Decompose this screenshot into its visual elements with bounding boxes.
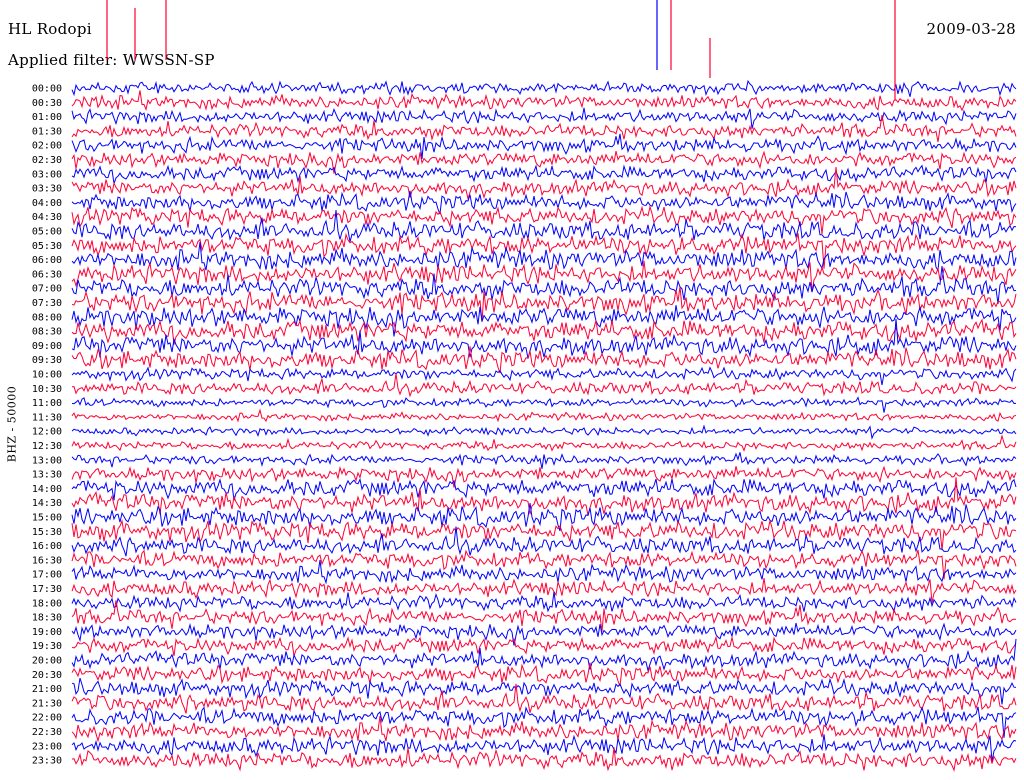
helicorder-plot: 00:00 00:30 01:00 01:30 02:00 02:30 03:00 03:30…: [32, 0, 1017, 772]
trace-line: [71, 79, 1017, 97]
trace-line: [71, 115, 1017, 143]
trace-line: [71, 477, 1017, 501]
tick-label: 02:00: [32, 141, 62, 152]
tick-label: 19:00: [32, 627, 62, 638]
tick-label: 00:30: [32, 98, 62, 109]
tick-label: 16:30: [32, 555, 62, 566]
trace-line: [71, 241, 1017, 272]
tick-label: 04:30: [32, 212, 62, 223]
trace-line: [71, 662, 1017, 687]
tick-label: 02:30: [32, 155, 62, 166]
tick-label: 21:30: [32, 698, 62, 709]
tick-label: 21:00: [32, 684, 62, 695]
tick-label: 06:00: [32, 255, 62, 266]
trace-line: [71, 150, 1017, 174]
tick-label: 18:00: [32, 598, 62, 609]
tick-label: 04:00: [32, 198, 62, 209]
trace-line: [71, 305, 1017, 337]
trace-line: [71, 600, 1017, 632]
trace-line: [71, 133, 1017, 159]
time-tick-labels: 00:00 00:30 01:00 01:30 02:00 02:30 03:00 03:30…: [32, 84, 62, 767]
tick-label: 11:30: [32, 412, 62, 423]
trace-line: [71, 434, 1017, 452]
trace-line: [71, 190, 1017, 215]
tick-label: 13:30: [32, 470, 62, 481]
tick-label: 16:00: [32, 541, 62, 552]
tick-label: 15:30: [32, 527, 62, 538]
tick-label: 17:30: [32, 584, 62, 595]
trace-line: [71, 318, 1017, 359]
tick-label: 14:00: [32, 484, 62, 495]
tick-label: 12:00: [32, 427, 62, 438]
trace-line: [71, 465, 1017, 488]
trace-line: [71, 164, 1017, 184]
trace-line: [71, 526, 1017, 557]
trace-line: [71, 591, 1017, 613]
tick-label: 15:00: [32, 513, 62, 524]
trace-line: [71, 519, 1017, 551]
trace-line: [71, 204, 1017, 235]
tick-label: 00:00: [32, 84, 62, 95]
trace-line: [71, 107, 1017, 129]
tick-label: 11:00: [32, 398, 62, 409]
trace-layer: [71, 0, 1017, 772]
tick-label: 03:00: [32, 169, 62, 180]
tick-label: 18:30: [32, 613, 62, 624]
tick-label: 19:30: [32, 641, 62, 652]
tick-label: 23:30: [32, 756, 62, 767]
trace-line: [71, 265, 1017, 304]
tick-label: 06:30: [32, 269, 62, 280]
tick-label: 03:30: [32, 184, 62, 195]
tick-label: 08:30: [32, 327, 62, 338]
tick-label: 09:30: [32, 355, 62, 366]
tick-label: 20:30: [32, 670, 62, 681]
trace-line: [71, 408, 1017, 423]
trace-line: [71, 366, 1017, 386]
tick-label: 23:00: [32, 741, 62, 752]
trace-line: [71, 424, 1017, 440]
tick-label: 17:00: [32, 570, 62, 581]
tick-label: 07:30: [32, 298, 62, 309]
trace-line: [71, 396, 1017, 413]
tick-label: 01:30: [32, 126, 62, 137]
tick-label: 20:00: [32, 656, 62, 667]
tick-label: 05:00: [32, 227, 62, 238]
tick-label: 05:30: [32, 241, 62, 252]
trace-line: [71, 90, 1017, 112]
tick-label: 01:00: [32, 112, 62, 123]
tick-label: 07:00: [32, 284, 62, 295]
tick-label: 13:00: [32, 455, 62, 466]
trace-line: [71, 635, 1017, 657]
tick-label: 22:30: [32, 727, 62, 738]
tick-label: 12:30: [32, 441, 62, 452]
tick-label: 22:00: [32, 713, 62, 724]
trace-line: [71, 452, 1017, 469]
tick-label: 09:00: [32, 341, 62, 352]
tick-label: 10:00: [32, 370, 62, 381]
tick-label: 08:00: [32, 312, 62, 323]
tick-label: 10:30: [32, 384, 62, 395]
tick-label: 14:30: [32, 498, 62, 509]
trace-line: [71, 346, 1017, 374]
